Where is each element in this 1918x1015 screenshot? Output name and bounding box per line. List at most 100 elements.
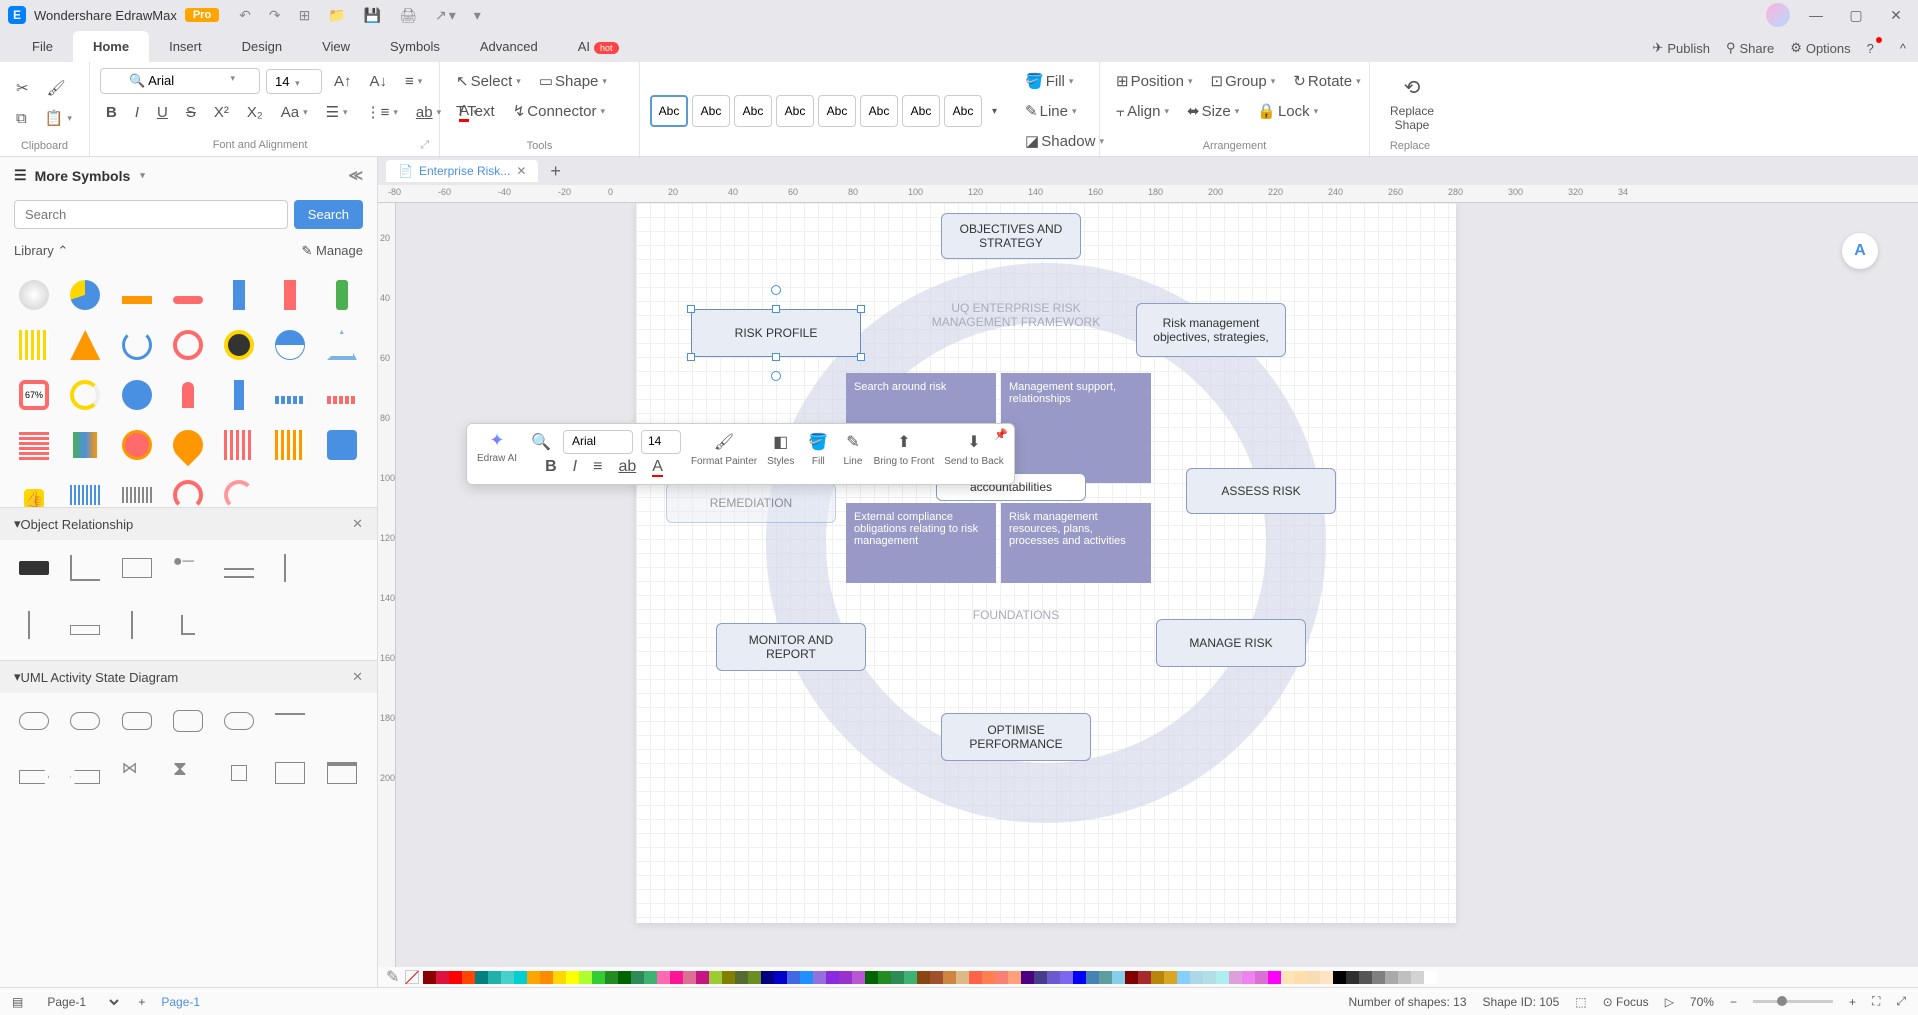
color-swatch[interactable] [1125,971,1138,984]
color-swatch[interactable] [1034,971,1047,984]
color-swatch[interactable] [592,971,605,984]
style-preset-5[interactable]: Abc [818,95,856,127]
symbol-item[interactable] [117,605,157,645]
export-icon[interactable]: ↗▾ [435,7,456,24]
options-button[interactable]: ⚙ Options [1790,40,1850,56]
color-swatch[interactable] [1307,971,1320,984]
color-swatch[interactable] [826,971,839,984]
bold-icon[interactable]: B [100,100,123,125]
color-swatch[interactable] [1398,971,1411,984]
symbol-item[interactable] [65,275,105,315]
size-button[interactable]: ⬌ Size▾ [1181,98,1245,124]
style-preset-8[interactable]: Abc [944,95,982,127]
symbol-item[interactable] [168,425,208,465]
symbol-item[interactable] [168,701,208,741]
symbol-item[interactable] [322,425,362,465]
rotate-button[interactable]: ↻ Rotate▾ [1287,68,1366,94]
close-window-button[interactable]: ✕ [1882,7,1910,24]
tab-close-icon[interactable]: ✕ [516,164,526,178]
symbol-item[interactable] [14,548,54,588]
document-tab[interactable]: 📄 Enterprise Risk... ✕ [386,160,538,182]
float-search-icon[interactable]: 🔍 [527,430,555,454]
symbol-item[interactable] [219,325,259,365]
replace-shape-button[interactable]: ⟲ Replace Shape [1380,71,1444,136]
color-swatch[interactable] [670,971,683,984]
page-link[interactable]: Page-1 [161,995,200,1009]
selection-handle[interactable] [687,305,695,313]
selection-handle[interactable] [772,353,780,361]
symbol-item[interactable]: ⋈ [117,753,157,793]
color-swatch[interactable] [501,971,514,984]
color-swatch[interactable] [1151,971,1164,984]
color-swatch[interactable] [1112,971,1125,984]
increase-font-icon[interactable]: A↑ [328,69,358,94]
inner-mgmt-box[interactable]: Management support, relationships [1001,373,1151,483]
eyedropper-icon[interactable]: ✎ [386,967,399,987]
selection-handle[interactable] [772,305,780,313]
symbol-item[interactable] [65,605,105,645]
symbol-item[interactable]: ●─ [168,548,208,588]
paste-icon[interactable]: 📋▾ [39,105,78,131]
symbol-item[interactable] [270,548,310,588]
fill-button[interactable]: 🪣 Fill▾ [1019,68,1110,94]
symbol-item[interactable]: 67% [14,375,54,415]
inner-resources-box[interactable]: Risk management resources, plans, proces… [1001,503,1151,583]
object-relationship-section[interactable]: ▾ Object Relationship ✕ [0,507,377,540]
bring-front-icon[interactable]: ⬆ [893,430,914,454]
section-close-icon[interactable]: ✕ [352,669,363,685]
uml-activity-section[interactable]: ▾ UML Activity State Diagram ✕ [0,660,377,693]
color-swatch[interactable] [1086,971,1099,984]
share-button[interactable]: ⚲ Share [1726,40,1774,56]
color-swatch[interactable] [878,971,891,984]
color-swatch[interactable] [865,971,878,984]
color-swatch[interactable] [917,971,930,984]
lock-button[interactable]: 🔒 Lock▾ [1251,98,1324,124]
minimize-button[interactable]: — [1802,7,1830,23]
bullets-icon[interactable]: ⋮≡▾ [360,99,404,125]
symbol-item[interactable] [322,701,362,741]
color-swatch[interactable] [1242,971,1255,984]
pin-icon[interactable]: 📌 [994,428,1008,441]
edraw-ai-button[interactable]: Edraw AI [477,453,517,464]
symbol-item[interactable] [65,701,105,741]
symbol-item[interactable] [219,275,259,315]
color-swatch[interactable] [1177,971,1190,984]
float-bold-icon[interactable]: B [541,456,561,478]
symbol-item[interactable]: 👍 [14,475,54,507]
float-line-icon[interactable]: ✎ [842,430,863,454]
symbol-item[interactable] [117,325,157,365]
canvas-scroll[interactable]: OBJECTIVES AND STRATEGY RISK PROFILE UQ … [396,203,1918,967]
color-swatch[interactable] [943,971,956,984]
help-icon[interactable]: ? [1867,41,1884,56]
manage-library-button[interactable]: ✎ Manage [302,243,364,259]
menu-home[interactable]: Home [73,31,149,62]
rotation-handle[interactable] [771,371,781,381]
color-swatch[interactable] [436,971,449,984]
color-swatch[interactable] [1138,971,1151,984]
color-swatch[interactable] [787,971,800,984]
float-size-select[interactable]: 14 [641,430,681,454]
symbol-item[interactable] [14,605,54,645]
symbol-item[interactable] [14,325,54,365]
menu-design[interactable]: Design [222,31,302,62]
color-swatch[interactable] [891,971,904,984]
remediation-shape[interactable]: REMEDIATION [666,483,836,523]
color-swatch[interactable] [709,971,722,984]
symbol-item[interactable]: ⧗ [168,753,208,793]
color-swatch[interactable] [735,971,748,984]
symbol-item[interactable] [219,753,259,793]
bring-front-label[interactable]: Bring to Front [874,456,935,467]
color-swatch[interactable] [618,971,631,984]
optimise-shape[interactable]: OPTIMISE PERFORMANCE [941,713,1091,761]
color-swatch[interactable] [722,971,735,984]
subscript-icon[interactable]: X₂ [241,100,269,125]
float-highlight-icon[interactable]: ab [614,456,640,478]
undo-icon[interactable]: ↶ [239,7,251,24]
color-swatch[interactable] [1203,971,1216,984]
color-swatch[interactable] [748,971,761,984]
case-icon[interactable]: Aa▾ [275,100,314,125]
color-swatch[interactable] [1216,971,1229,984]
strike-icon[interactable]: S [180,100,202,125]
symbol-item[interactable] [270,275,310,315]
pages-icon[interactable]: ▤ [12,995,23,1009]
